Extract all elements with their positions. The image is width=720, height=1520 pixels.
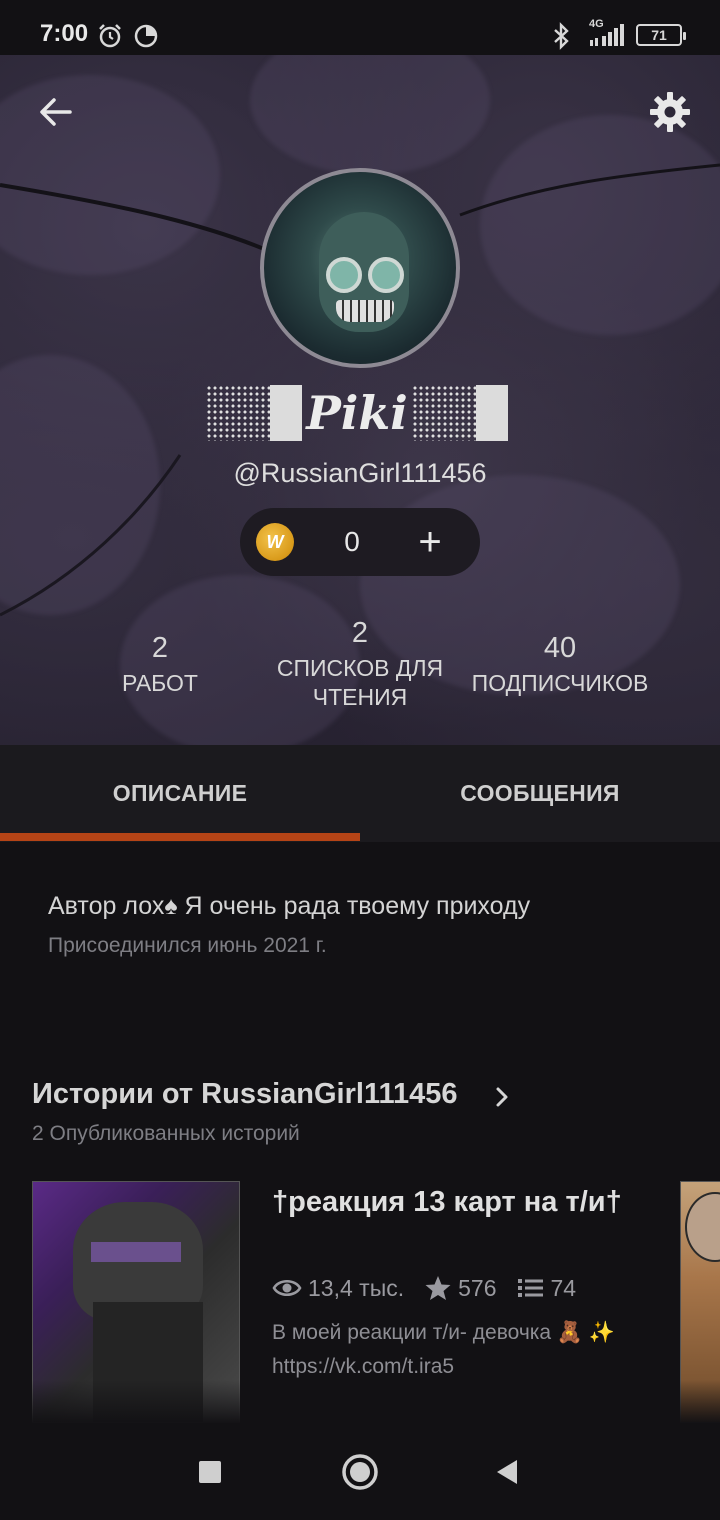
stat-works-number: 2 bbox=[151, 632, 169, 664]
avatar-glasses-left bbox=[326, 257, 362, 293]
story-parts: 74 bbox=[550, 1274, 577, 1301]
stat-followers-label: ПОДПИСЧИКОВ bbox=[471, 670, 649, 696]
story-title[interactable]: †реакция 13 карт на т/и† bbox=[272, 1184, 642, 1221]
coins-pill[interactable]: W 0 + bbox=[240, 508, 480, 576]
add-coins-button[interactable]: + bbox=[406, 516, 454, 568]
username: @RussianGirl111456 bbox=[233, 458, 487, 488]
avatar[interactable] bbox=[260, 168, 460, 368]
stat-followers[interactable]: 40 ПОДПИСЧИКОВ bbox=[460, 632, 660, 698]
arrow-left-icon[interactable] bbox=[32, 88, 80, 136]
profile-description: Автор лох♠ Я очень рада твоему приходу bbox=[48, 892, 531, 920]
eye-icon bbox=[272, 1279, 302, 1297]
stories-count: 2 Опубликованных историй bbox=[32, 1122, 300, 1145]
home-circle-icon[interactable] bbox=[336, 1448, 384, 1496]
joined-date: Присоединился июнь 2021 г. bbox=[48, 934, 327, 957]
status-time: 7:00 bbox=[40, 20, 89, 47]
recents-square-icon[interactable] bbox=[186, 1448, 234, 1496]
tab-description[interactable]: ОПИСАНИЕ bbox=[0, 745, 360, 842]
star-icon bbox=[425, 1276, 451, 1300]
active-tab-indicator bbox=[0, 833, 360, 841]
system-nav-bar bbox=[0, 1424, 720, 1520]
back-triangle-icon[interactable] bbox=[484, 1448, 532, 1496]
stat-followers-number: 40 bbox=[543, 632, 577, 664]
alarm-icon bbox=[99, 24, 121, 48]
stat-works[interactable]: 2 РАБОТ bbox=[60, 632, 260, 698]
bluetooth-icon bbox=[554, 22, 569, 50]
stat-reading-lists-label: СПИСКОВ ДЛЯ ЧТЕНИЯ bbox=[276, 655, 444, 710]
battery-icon: 71 bbox=[636, 24, 686, 46]
stat-reading-lists-number: 2 bbox=[351, 617, 369, 649]
stat-works-label: РАБОТ bbox=[122, 670, 198, 696]
avatar-mouth bbox=[336, 300, 394, 322]
stat-reading-lists[interactable]: 2 СПИСКОВ ДЛЯ ЧТЕНИЯ bbox=[270, 617, 450, 712]
display-name: Piki bbox=[178, 384, 536, 442]
display-name-text: Piki bbox=[306, 386, 408, 440]
story-votes: 576 bbox=[458, 1274, 497, 1301]
chevron-right-icon[interactable] bbox=[492, 1084, 512, 1110]
avatar-glasses-right bbox=[368, 257, 404, 293]
tab-messages[interactable]: СООБЩЕНИЯ bbox=[360, 745, 720, 842]
stories-section-title[interactable]: Истории от RussianGirl111456 bbox=[32, 1078, 458, 1111]
story-stats: 13,4 тыс. 576 74 bbox=[272, 1270, 596, 1306]
signal-icon bbox=[590, 24, 624, 46]
story-reads: 13,4 тыс. bbox=[308, 1274, 405, 1301]
profile-tabs: ОПИСАНИЕ СООБЩЕНИЯ bbox=[0, 745, 720, 842]
coin-count: 0 bbox=[344, 526, 360, 557]
gear-icon[interactable] bbox=[646, 88, 694, 136]
list-icon bbox=[517, 1279, 543, 1297]
story-description: В моей реакции т/и- девочка 🧸 ✨ https://… bbox=[272, 1321, 616, 1378]
sync-icon bbox=[134, 24, 158, 48]
coin-icon: W bbox=[256, 523, 294, 561]
